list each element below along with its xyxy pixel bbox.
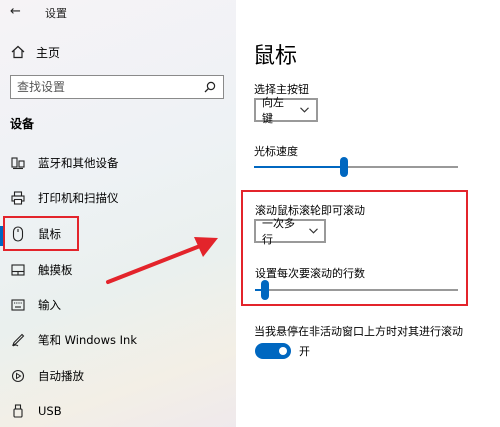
sidebar-item-label: 笔和 Windows Ink xyxy=(38,333,137,347)
main-panel: 鼠标 选择主按钮 向左键 光标速度 滚动鼠标滚轮即可滚动 一次多行 设置每次要滚… xyxy=(236,0,500,427)
window-title: 设置 xyxy=(45,7,67,20)
sidebar-item-typing[interactable]: 输入 xyxy=(0,290,236,320)
page-title: 鼠标 xyxy=(253,44,298,69)
toggle-state-text: 开 xyxy=(299,345,310,358)
autoplay-icon xyxy=(10,369,26,383)
section-label-devices: 设备 xyxy=(10,117,35,131)
slider-fill xyxy=(254,166,345,168)
bluetooth-icon xyxy=(10,156,26,170)
sidebar-item-label: 输入 xyxy=(38,298,61,312)
chevron-down-icon xyxy=(300,107,310,113)
search-input[interactable] xyxy=(17,80,203,94)
sidebar-item-bluetooth[interactable]: 蓝牙和其他设备 xyxy=(0,148,236,178)
scroll-mode-dropdown[interactable]: 一次多行 xyxy=(254,217,326,246)
sidebar-item-usb[interactable]: USB xyxy=(0,396,236,426)
back-arrow-icon[interactable]: ← xyxy=(10,4,21,19)
chevron-down-icon xyxy=(308,228,318,234)
slider-track xyxy=(255,289,458,291)
sidebar-home[interactable]: 主页 xyxy=(10,42,60,62)
inactive-scroll-toggle[interactable] xyxy=(255,343,291,359)
scroll-mode-value: 一次多行 xyxy=(262,217,295,246)
primary-button-dropdown[interactable]: 向左键 xyxy=(254,96,318,125)
slider-thumb[interactable] xyxy=(340,157,349,177)
inactive-scroll-label: 当我悬停在非活动窗口上方时对其进行滚动 xyxy=(254,325,463,338)
pen-icon xyxy=(10,333,26,347)
sidebar-item-autoplay[interactable]: 自动播放 xyxy=(0,361,236,391)
sidebar-item-printers[interactable]: 打印机和扫描仪 xyxy=(0,183,236,213)
scroll-lines-slider[interactable] xyxy=(255,280,458,300)
keyboard-icon xyxy=(10,299,26,311)
slider-thumb[interactable] xyxy=(260,280,269,300)
primary-button-value: 向左键 xyxy=(262,96,284,125)
inactive-scroll-row: 开 xyxy=(255,343,310,359)
toggle-knob xyxy=(279,347,287,355)
sidebar: ← 设置 主页 设备 蓝牙和其他设备 打印机和扫描仪 鼠标 xyxy=(0,0,236,427)
usb-icon xyxy=(10,404,26,418)
touchpad-icon xyxy=(10,264,26,276)
sidebar-item-label: USB xyxy=(38,404,62,418)
home-label: 主页 xyxy=(36,45,61,60)
cursor-speed-slider[interactable] xyxy=(254,157,458,177)
search-box[interactable] xyxy=(10,75,224,99)
search-icon[interactable] xyxy=(203,80,217,94)
scroll-lines-label: 设置每次要滚动的行数 xyxy=(255,267,365,280)
sidebar-item-touchpad[interactable]: 触摸板 xyxy=(0,255,236,285)
sidebar-item-label: 触摸板 xyxy=(38,263,73,277)
printer-icon xyxy=(10,191,26,205)
title-bar: ← 设置 xyxy=(0,0,236,24)
sidebar-item-label: 打印机和扫描仪 xyxy=(38,191,119,205)
highlight-box-mouse xyxy=(3,216,79,251)
home-icon xyxy=(10,45,26,59)
sidebar-item-label: 自动播放 xyxy=(38,369,84,383)
sidebar-item-label: 蓝牙和其他设备 xyxy=(38,156,119,170)
sidebar-item-pen[interactable]: 笔和 Windows Ink xyxy=(0,325,236,355)
